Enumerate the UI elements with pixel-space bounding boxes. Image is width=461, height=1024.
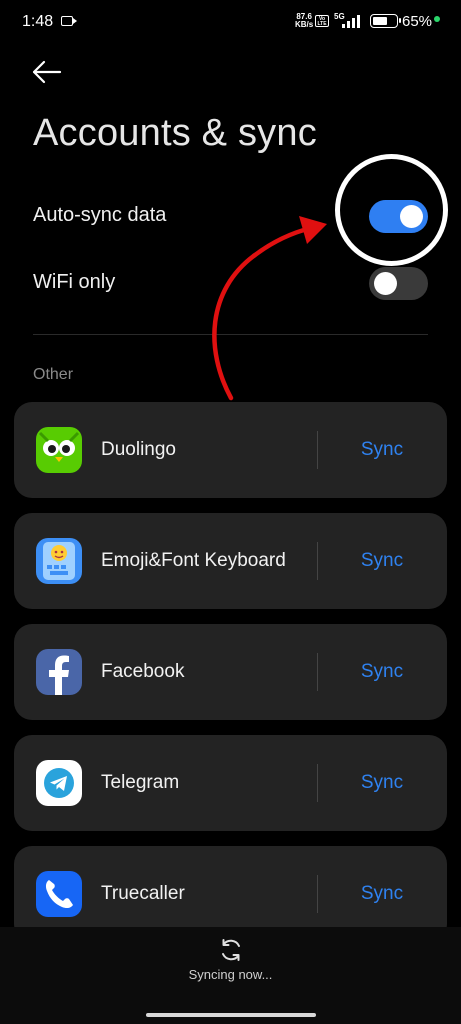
sync-button-facebook[interactable]: Sync — [347, 661, 417, 683]
app-name: Facebook — [101, 661, 185, 682]
sync-button-duolingo[interactable]: Sync — [347, 439, 417, 461]
wifi-only-toggle[interactable] — [369, 267, 428, 300]
card-separator — [317, 653, 318, 691]
sync-button-truecaller[interactable]: Sync — [347, 883, 417, 905]
card-separator — [317, 431, 318, 469]
network-speed: 87.6 KB/s — [295, 13, 313, 29]
battery-percent: 65% — [402, 13, 433, 30]
highlight-circle-annotation — [335, 154, 448, 266]
sync-button-telegram[interactable]: Sync — [347, 772, 417, 794]
sync-icon — [222, 939, 240, 961]
sync-status-text: Syncing now... — [188, 967, 273, 982]
card-separator — [317, 542, 318, 580]
battery-fill — [373, 17, 387, 25]
privacy-indicator-dot — [434, 16, 440, 22]
page-title: Accounts & sync — [33, 112, 317, 154]
card-separator — [317, 764, 318, 802]
duolingo-icon — [36, 427, 82, 473]
red-arrow-annotation — [212, 216, 327, 401]
wifi-only-label: WiFi only — [33, 271, 116, 293]
sync-button-emoji-keyboard[interactable]: Sync — [347, 550, 417, 572]
truecaller-icon — [36, 871, 82, 917]
app-card-facebook[interactable]: Facebook Sync — [14, 624, 447, 720]
status-time: 1:48 — [22, 13, 54, 30]
auto-sync-label: Auto-sync data — [33, 204, 167, 226]
facebook-icon — [36, 649, 82, 695]
app-name: Duolingo — [101, 439, 176, 460]
app-card-telegram[interactable]: Telegram Sync — [14, 735, 447, 831]
sync-status-bar: Syncing now... — [0, 927, 461, 1024]
app-card-emoji-keyboard[interactable]: Emoji&Font Keyboard Sync — [14, 513, 447, 609]
app-card-duolingo[interactable]: Duolingo Sync — [14, 402, 447, 498]
card-separator — [317, 875, 318, 913]
back-button[interactable] — [28, 56, 68, 88]
status-bar: 1:48 87.6 KB/s Vo LTE 5G 65% — [0, 0, 461, 44]
home-indicator[interactable] — [146, 1013, 316, 1017]
toggle-knob — [374, 272, 397, 295]
emoji-keyboard-icon — [36, 538, 82, 584]
signal-icon — [342, 15, 360, 28]
back-arrow-icon — [32, 60, 62, 84]
screen-record-icon — [61, 16, 77, 26]
volte-icon: Vo LTE — [315, 15, 329, 27]
section-header-other: Other — [33, 366, 74, 383]
network-speed-unit: KB/s — [295, 20, 314, 29]
app-name: Emoji&Font Keyboard — [101, 550, 286, 571]
app-name: Truecaller — [101, 883, 185, 904]
app-name: Telegram — [101, 772, 180, 793]
telegram-icon — [36, 760, 82, 806]
battery-icon — [370, 14, 401, 28]
